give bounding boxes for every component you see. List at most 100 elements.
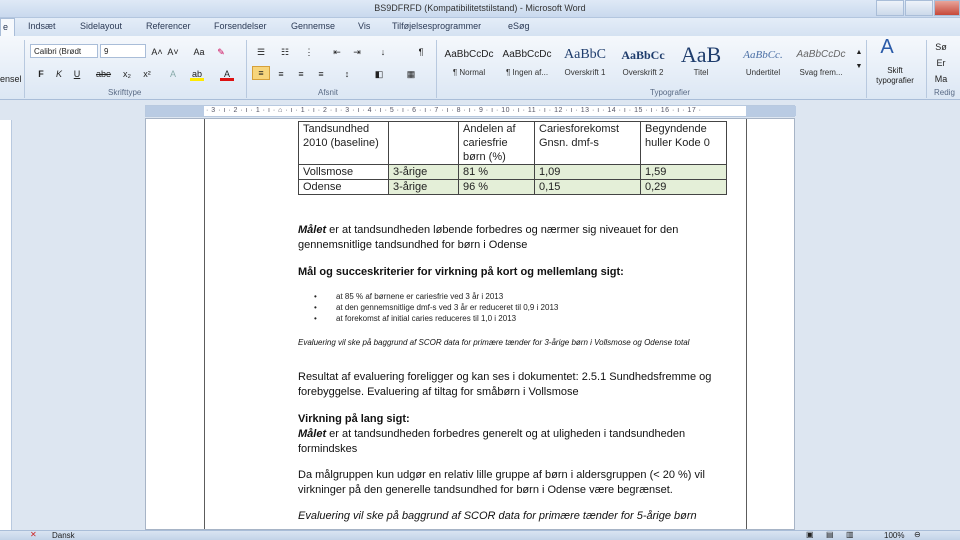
align-right-button[interactable]: ≡: [294, 67, 308, 81]
editing-group-label: Redig: [934, 88, 955, 97]
language-status[interactable]: Dansk: [52, 531, 75, 540]
full-screen-view-icon[interactable]: ▤: [826, 530, 834, 539]
change-styles-button[interactable]: Skift typografier: [868, 66, 922, 85]
line-spacing-icon[interactable]: ↕: [340, 67, 354, 81]
table-cell: Vollsmose: [298, 164, 389, 180]
highlight-button[interactable]: ab: [190, 67, 204, 81]
italic-button[interactable]: K: [52, 67, 66, 81]
decrease-indent-icon[interactable]: ⇤: [330, 45, 344, 59]
style-no-spacing[interactable]: AaBbCcDc ¶ Ingen af...: [498, 42, 556, 84]
right-margin-guide: [746, 119, 747, 529]
tab-review[interactable]: Gennemse: [291, 21, 335, 31]
style-preview: AaB: [680, 42, 722, 67]
horizontal-ruler[interactable]: · 3 · ı · 2 · ı · 1 · ı · ⌂ · ı · 1 · ı …: [145, 105, 796, 117]
table-cell: 81 %: [458, 164, 535, 180]
increase-indent-icon[interactable]: ⇥: [350, 45, 364, 59]
list-item: at 85 % af børnene er cariesfrie ved 3 å…: [314, 291, 714, 302]
table-cell: 0,15: [534, 179, 641, 195]
zoom-out-icon[interactable]: ⊖: [914, 530, 921, 539]
justify-button[interactable]: ≡: [314, 67, 328, 81]
borders-icon[interactable]: ▦: [404, 67, 418, 81]
goal-label: Målet: [298, 428, 327, 440]
vertical-ruler[interactable]: [0, 120, 12, 532]
style-name: Svag frem...: [799, 68, 843, 77]
style-preview: AaBbCc.: [743, 49, 783, 61]
replace-button[interactable]: Er: [934, 56, 948, 70]
subscript-button[interactable]: x₂: [120, 67, 134, 81]
shading-icon[interactable]: ◧: [372, 67, 386, 81]
document-page[interactable]: Tandsundhed 2010 (baseline) Andelen af c…: [145, 118, 795, 530]
table-cell: Cariesforekomst Gnsn. dmf-s: [534, 121, 641, 165]
numbering-icon[interactable]: ☷: [278, 45, 292, 59]
tab-home[interactable]: e: [0, 18, 16, 36]
close-button[interactable]: [934, 0, 960, 16]
style-title[interactable]: AaB Titel: [672, 42, 730, 84]
style-preview: AaBbCc: [621, 48, 665, 62]
table-cell: Begyndende huller Kode 0: [640, 121, 727, 165]
tab-insert[interactable]: Indsæt: [28, 21, 56, 31]
title-bar: BS9DFRFD (Kompatibilitetstilstand) - Mic…: [0, 0, 960, 18]
table-cell: Andelen af cariesfrie børn (%): [458, 121, 535, 165]
change-styles-icon[interactable]: A: [880, 37, 894, 57]
find-button[interactable]: Sø: [934, 40, 948, 54]
paragraph-group-label: Afsnit: [318, 88, 339, 97]
strikethrough-button[interactable]: abe: [96, 67, 111, 81]
superscript-button[interactable]: x²: [140, 67, 154, 81]
style-heading-2[interactable]: AaBbCc Overskrift 2: [614, 42, 672, 84]
target-group-paragraph: Da målgruppen kun udgør en relativ lille…: [298, 469, 705, 496]
ruler-right-margin: [746, 106, 796, 116]
style-name: Undertitel: [745, 68, 781, 77]
tab-mailings[interactable]: Forsendelser: [214, 21, 267, 31]
align-center-button[interactable]: ≡: [274, 67, 288, 81]
window-title: BS9DFRFD (Kompatibilitetstilstand) - Mic…: [374, 3, 586, 13]
font-color-button[interactable]: A: [220, 67, 234, 81]
sort-icon[interactable]: ↓: [376, 45, 390, 59]
bullets-icon[interactable]: ☰: [254, 45, 268, 59]
select-button[interactable]: Ma: [934, 72, 948, 86]
underline-button[interactable]: U: [70, 67, 84, 81]
paste-button-partial[interactable]: ensel: [0, 72, 22, 86]
ruler-left-margin: [146, 106, 204, 116]
bold-button[interactable]: F: [34, 67, 48, 81]
styles-scroll-icon[interactable]: ▲ ▼: [852, 46, 866, 70]
long-term-heading: Virkning på lang sigt:: [298, 413, 410, 425]
font-group-label: Skrifttype: [108, 88, 142, 97]
tab-view[interactable]: Vis: [358, 21, 370, 31]
text-effects-icon[interactable]: A: [166, 67, 180, 81]
tab-addins[interactable]: Tilføjelsesprogrammer: [392, 21, 481, 31]
style-subtitle[interactable]: AaBbCc. Undertitel: [734, 42, 792, 84]
print-layout-view-icon[interactable]: ▣: [806, 530, 814, 539]
goal-text: er at tandsundheden løbende forbedres og…: [298, 224, 679, 251]
table-cell: 96 %: [458, 179, 535, 195]
group-divider: [926, 40, 927, 98]
style-heading-1[interactable]: AaBbC Overskrift 1: [556, 42, 614, 84]
spelling-status-icon[interactable]: ✕: [30, 530, 37, 539]
tab-page-layout[interactable]: Sidelayout: [80, 21, 122, 31]
web-layout-view-icon[interactable]: ▥: [846, 530, 854, 539]
tab-esog[interactable]: eSøg: [508, 21, 530, 31]
multilevel-list-icon[interactable]: ⋮: [302, 45, 316, 59]
long-goal-paragraph: Målet er at tandsundheden forbedres gene…: [298, 427, 728, 457]
show-marks-icon[interactable]: ¶: [414, 45, 428, 59]
font-size-select[interactable]: 9: [100, 44, 146, 58]
clear-format-icon[interactable]: ✎: [214, 45, 228, 59]
align-left-button[interactable]: ≡: [252, 66, 270, 80]
maximize-button[interactable]: [905, 0, 933, 16]
long-goal-text: er at tandsundheden forbedres generelt o…: [298, 428, 686, 455]
tab-references[interactable]: Referencer: [146, 21, 191, 31]
minimize-button[interactable]: [876, 0, 904, 16]
style-preview: AaBbCcDc: [796, 49, 846, 60]
grow-font-button[interactable]: A˄: [150, 45, 164, 59]
font-name-select[interactable]: Calibri (Brødt: [30, 44, 98, 58]
style-preview: AaBbC: [564, 47, 606, 62]
table-cell: 3-årige: [388, 179, 459, 195]
short-term-heading: Mål og succeskriterier for virkning på k…: [298, 266, 624, 278]
style-subtle-emphasis[interactable]: AaBbCcDc Svag frem...: [792, 42, 850, 84]
shrink-font-button[interactable]: A˅: [166, 45, 180, 59]
styles-group-label: Typografier: [650, 88, 691, 97]
zoom-level[interactable]: 100%: [884, 531, 904, 540]
group-divider: [436, 40, 437, 98]
left-margin-guide: [204, 119, 205, 529]
change-case-button[interactable]: Aa: [192, 45, 206, 59]
style-normal[interactable]: AaBbCcDc ¶ Normal: [440, 42, 498, 84]
